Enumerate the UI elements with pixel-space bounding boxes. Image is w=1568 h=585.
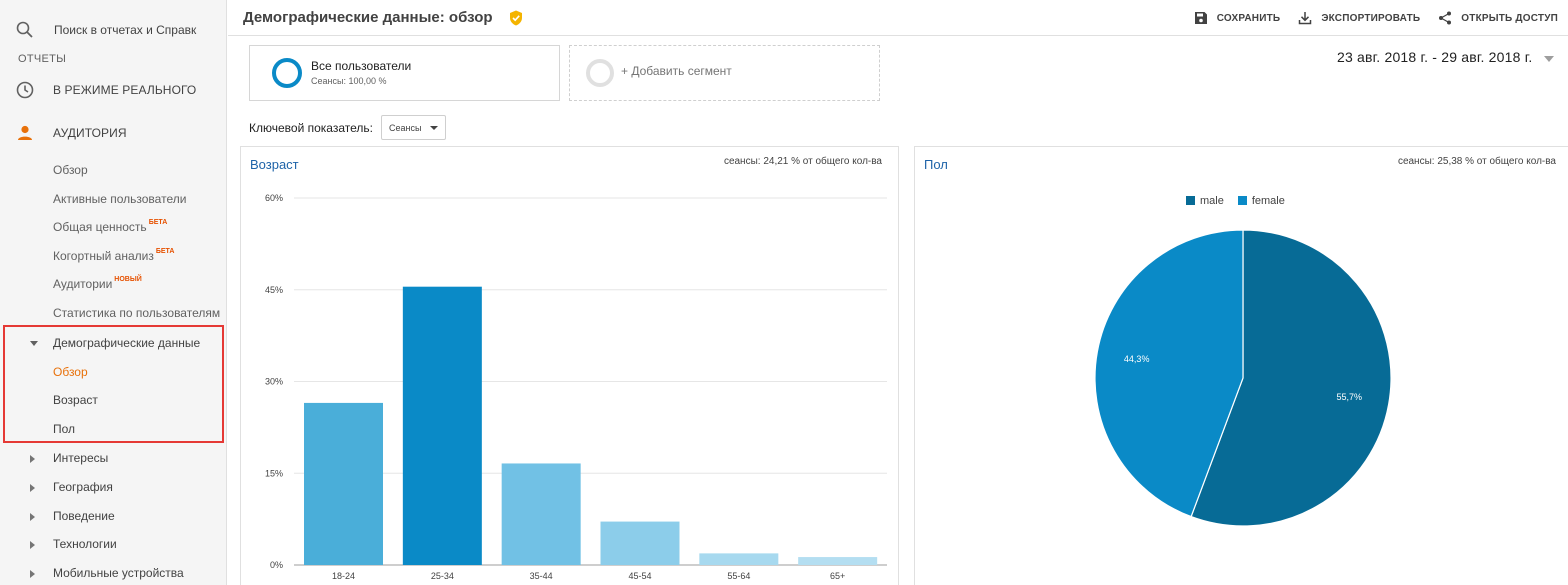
sidebar: Поиск в отчетах и Справк ОТЧЕТЫ В РЕЖИМЕ… — [0, 0, 227, 585]
share-button[interactable]: ОТКРЫТЬ ДОСТУП — [1438, 11, 1558, 25]
sidebar-item-demographics-gender[interactable]: Пол — [53, 422, 75, 436]
search-input[interactable]: Поиск в отчетах и Справк — [54, 23, 196, 37]
chevron-right-icon — [30, 513, 35, 521]
bar-18-24[interactable] — [304, 402, 383, 565]
x-tick-label: 35-44 — [530, 571, 553, 581]
page-title: Демографические данные: обзор — [243, 9, 493, 26]
bar-65+[interactable] — [798, 557, 878, 565]
clock-icon — [16, 81, 34, 99]
kpi-label: Ключевой показатель: — [249, 121, 373, 135]
sidebar-item-behavior[interactable]: Поведение — [53, 509, 115, 523]
date-range-picker[interactable]: 23 авг. 2018 г. - 29 авг. 2018 г. — [1337, 49, 1532, 65]
chevron-right-icon — [30, 570, 35, 578]
bar-55-64[interactable] — [699, 553, 779, 565]
sidebar-item-active-users[interactable]: Активные пользователи — [53, 192, 186, 206]
y-tick-label: 60% — [265, 193, 283, 203]
legend-item-male[interactable]: male — [1186, 195, 1224, 207]
sidebar-item-audience[interactable]: АУДИТОРИЯ — [0, 115, 226, 151]
sidebar-search[interactable]: Поиск в отчетах и Справк — [0, 0, 226, 60]
x-tick-label: 18-24 — [332, 571, 355, 581]
legend-item-female[interactable]: female — [1237, 195, 1285, 207]
sidebar-item-label: АУДИТОРИЯ — [53, 126, 127, 140]
kpi-select-value: Сеансы — [389, 123, 422, 133]
sidebar-item-realtime[interactable]: В РЕЖИМЕ РЕАЛЬНОГО — [0, 72, 226, 108]
age-bar-chart: 0% 15% 30% 45% 60% 18-24 25-34 35-44 45-54 55-64 6… — [265, 193, 887, 581]
pie-label-female: 44,3% — [1124, 354, 1150, 364]
age-panel-meta: сеансы: 24,21 % от общего кол-ва — [723, 156, 882, 167]
sidebar-item-label: В РЕЖИМЕ РЕАЛЬНОГО — [53, 83, 197, 97]
chevron-down-icon — [30, 341, 38, 346]
sidebar-item-user-explorer[interactable]: Статистика по пользователям — [53, 306, 220, 320]
segment-meta: Сеансы: 100,00 % — [311, 76, 387, 86]
verified-shield-icon — [510, 10, 522, 26]
person-icon — [18, 125, 32, 140]
add-segment-label: + Добавить сегмент — [621, 64, 732, 78]
y-tick-label: 45% — [265, 285, 283, 295]
add-segment-button[interactable]: + Добавить сегмент — [569, 45, 880, 101]
bar-45-54[interactable] — [600, 521, 680, 565]
new-badge: НОВЫЙ — [114, 276, 142, 283]
sidebar-item-lifetime-value[interactable]: Общая ценность БЕТА — [53, 219, 168, 234]
sidebar-item-geo[interactable]: География — [53, 480, 113, 494]
sidebar-item-mobile[interactable]: Мобильные устройства — [53, 566, 184, 580]
chevron-right-icon — [30, 455, 35, 463]
sidebar-item-audiences[interactable]: Аудитории НОВЫЙ — [53, 276, 142, 291]
download-icon — [1299, 12, 1312, 25]
age-panel-title[interactable]: Возраст — [250, 157, 299, 172]
sidebar-item-demographics[interactable]: Демографические данные — [53, 336, 200, 350]
segment-all-users[interactable]: Все пользователи Сеансы: 100,00 % — [249, 45, 560, 101]
export-button[interactable]: ЭКСПОРТИРОВАТЬ — [1298, 11, 1420, 25]
sidebar-item-demographics-age[interactable]: Возраст — [53, 393, 98, 407]
x-tick-label: 65+ — [830, 571, 845, 581]
chevron-right-icon — [30, 484, 35, 492]
sidebar-item-technology[interactable]: Технологии — [53, 537, 117, 551]
segment-placeholder-icon — [586, 59, 614, 87]
share-icon — [1439, 11, 1452, 25]
save-icon — [1194, 12, 1207, 24]
bar-25-34[interactable] — [402, 286, 482, 565]
bar-35-44[interactable] — [501, 463, 581, 565]
y-tick-label: 30% — [265, 377, 283, 387]
gender-panel-meta: сеансы: 25,38 % от общего кол-ва — [1397, 156, 1556, 167]
report-header: Демографические данные: обзор СОХРАНИТЬ … — [228, 0, 1568, 36]
y-tick-label: 0% — [270, 560, 283, 570]
beta-badge: БЕТА — [148, 219, 168, 226]
pie-label-male: 55,7% — [1337, 392, 1363, 402]
reports-section-label: ОТЧЕТЫ — [18, 53, 67, 62]
gender-pie-chart: 55,7% 44,3% — [1094, 229, 1392, 527]
gender-panel-title[interactable]: Пол — [924, 157, 948, 172]
sidebar-item-interests[interactable]: Интересы — [53, 451, 108, 465]
kpi-select[interactable]: Сеансы — [381, 115, 446, 140]
y-tick-label: 15% — [265, 468, 283, 478]
x-tick-label: 55-64 — [727, 571, 750, 581]
beta-badge: БЕТА — [155, 248, 175, 255]
sidebar-item-overview[interactable]: Обзор — [53, 163, 88, 177]
chevron-down-icon[interactable] — [1544, 56, 1554, 62]
chevron-right-icon — [30, 541, 35, 549]
search-icon — [16, 21, 33, 38]
x-tick-label: 45-54 — [628, 571, 651, 581]
analytics-app: Поиск в отчетах и Справк ОТЧЕТЫ В РЕЖИМЕ… — [0, 0, 1568, 585]
gender-legend: male female — [1186, 195, 1285, 207]
segment-ring-icon — [272, 58, 302, 88]
segment-name: Все пользователи — [311, 59, 412, 73]
chevron-down-icon — [430, 126, 438, 130]
save-button[interactable]: СОХРАНИТЬ — [1194, 11, 1281, 25]
header-actions: СОХРАНИТЬ ЭКСПОРТИРОВАТЬ ОТКРЫТЬ ДОСТУП — [1194, 11, 1558, 25]
sidebar-item-demographics-overview[interactable]: Обзор — [53, 365, 88, 379]
x-tick-label: 25-34 — [431, 571, 454, 581]
sidebar-item-cohort-analysis[interactable]: Когортный анализ БЕТА — [53, 248, 175, 263]
